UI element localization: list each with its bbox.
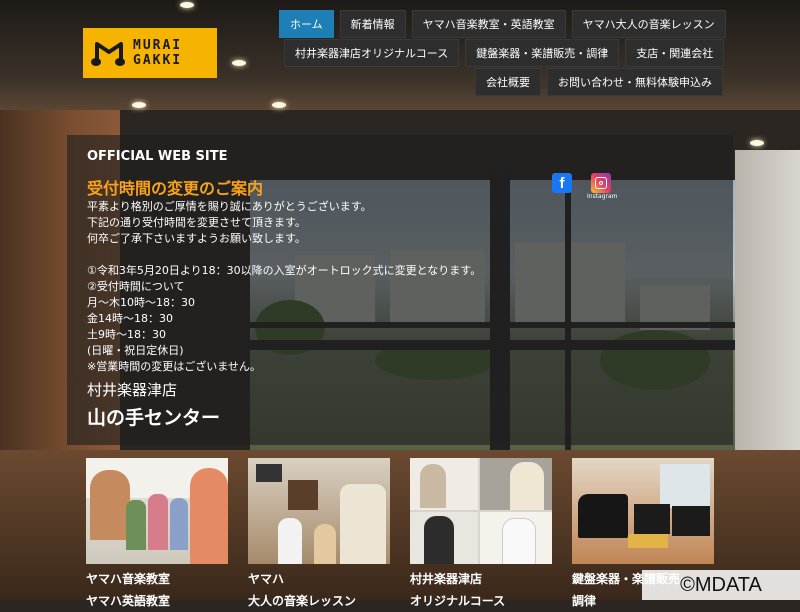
- nav-branches[interactable]: 支店・関連会社: [625, 39, 725, 67]
- facebook-icon[interactable]: f: [552, 173, 572, 193]
- card-yamaha-music-school[interactable]: ヤマハ音楽教室 ヤマハ英語教室: [86, 458, 228, 608]
- notice-line: 金14時～18：30: [87, 312, 173, 325]
- notice-title: 受付時間の変更のご案内: [87, 179, 264, 198]
- nav-keyboard-sales[interactable]: 鍵盤楽器・楽譜販売・調律: [465, 39, 620, 67]
- card-original-course[interactable]: 村井楽器津店 オリジナルコース: [410, 458, 552, 608]
- center-name: 山の手センター: [87, 407, 221, 429]
- notice-line: [87, 247, 481, 263]
- notice-line: 何卒ご了承下さいますようお願い致します。: [87, 232, 306, 245]
- nav-original-course[interactable]: 村井楽器津店オリジナルコース: [284, 39, 460, 67]
- nav-row-1: ホーム 新着情報 ヤマハ音楽教室・英語教室 ヤマハ大人の音楽レッスン: [279, 10, 726, 38]
- instagram-icon[interactable]: [591, 173, 611, 193]
- notice-line: (日曜・祝日定休日): [87, 344, 184, 357]
- music-note-logo-icon: [91, 42, 125, 66]
- card-photo-instructors: [410, 458, 552, 564]
- instagram-label: Instagram: [587, 193, 618, 200]
- logo-text: MURAI GAKKI: [133, 38, 183, 68]
- nav-contact[interactable]: お問い合わせ・無料体験申込み: [547, 68, 723, 96]
- logo[interactable]: MURAI GAKKI: [83, 28, 217, 78]
- card-yamaha-adult-lesson[interactable]: ヤマハ 大人の音楽レッスン: [248, 458, 390, 608]
- card-photo-adult-class: [248, 458, 390, 564]
- notice-line: 月～木10時～18：30: [87, 296, 195, 309]
- nav-company[interactable]: 会社概要: [475, 68, 541, 96]
- notice-line: ②受付時間について: [87, 280, 185, 293]
- card-photo-piano-room: [572, 458, 714, 564]
- card-label: ヤマハ音楽教室 ヤマハ英語教室: [86, 572, 171, 608]
- notice-line: ※営業時間の変更はございません。: [87, 360, 261, 373]
- notice-panel: OFFICIAL WEB SITE 受付時間の変更のご案内 平素より格別のご厚情…: [67, 135, 733, 445]
- notice-line: 平素より格別のご厚情を賜り誠にありがとうございます。: [87, 200, 372, 213]
- nav-row-3: 会社概要 お問い合わせ・無料体験申込み: [475, 68, 723, 96]
- notice-line: 土9時～18：30: [87, 328, 166, 341]
- card-photo-children-class: [86, 458, 228, 564]
- nav-news[interactable]: 新着情報: [339, 10, 406, 38]
- notice-body: 平素より格別のご厚情を賜り誠にありがとうございます。 下記の通り受付時間を変更さ…: [87, 199, 481, 375]
- nav-home[interactable]: ホーム: [279, 10, 334, 38]
- copyright-watermark: ©MDATA: [642, 570, 800, 600]
- nav-yamaha-adult-lesson[interactable]: ヤマハ大人の音楽レッスン: [571, 10, 726, 38]
- card-label: 村井楽器津店 オリジナルコース: [410, 572, 506, 608]
- store-name: 村井楽器津店: [87, 381, 178, 399]
- site-label: OFFICIAL WEB SITE: [87, 149, 228, 164]
- nav-yamaha-music-english[interactable]: ヤマハ音楽教室・英語教室: [411, 10, 566, 38]
- card-label: ヤマハ 大人の音楽レッスン: [248, 572, 357, 608]
- notice-line: ①令和3年5月20日より18：30以降の入室がオートロック式に変更となります。: [87, 264, 482, 277]
- nav-row-2: 村井楽器津店オリジナルコース 鍵盤楽器・楽譜販売・調律 支店・関連会社: [284, 39, 725, 67]
- notice-line: 下記の通り受付時間を変更させて頂きます。: [87, 216, 306, 229]
